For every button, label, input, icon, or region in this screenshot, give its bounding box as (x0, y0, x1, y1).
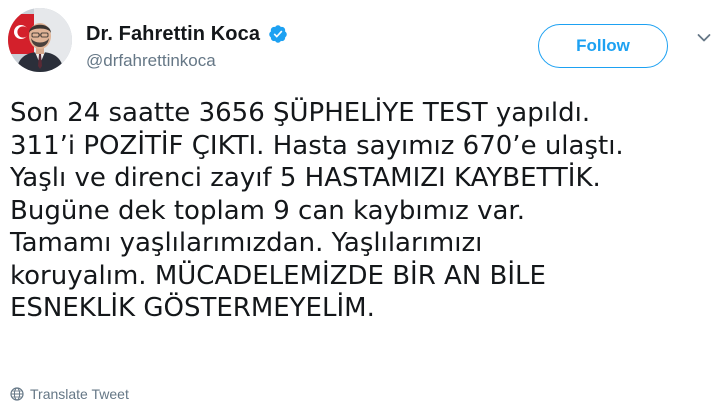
tweet-line: Bugüne dek toplam 9 can kaybımız var. (10, 195, 525, 226)
tweet-line: ESNEKLİK GÖSTERMEYELİM. (10, 293, 375, 323)
author-name-row: Dr. Fahrettin Koca (86, 19, 288, 49)
translate-tweet-label[interactable]: Translate Tweet (30, 386, 129, 402)
tweet-line: Yaşlı ve direnci zayıf 5 HASTAMIZI KAYBE… (10, 163, 601, 193)
profile-photo-icon (8, 8, 72, 72)
tweet-text: Son 24 saatte 3656 ŞÜPHELİYE TEST yapıld… (10, 97, 720, 325)
translate-tweet-link[interactable]: Translate Tweet (10, 385, 129, 403)
tweet-line: Son 24 saatte 3656 ŞÜPHELİYE TEST yapıld… (10, 98, 591, 128)
verified-badge-icon (268, 24, 288, 44)
display-name[interactable]: Dr. Fahrettin Koca (86, 23, 260, 46)
tweet-line: Tamamı yaşlılarımızdan. Yaşlılarımızı (10, 228, 483, 258)
tweet-card: Dr. Fahrettin Koca @drfahrettinkoca Foll… (0, 0, 725, 413)
chevron-down-icon[interactable] (697, 30, 711, 42)
avatar[interactable] (8, 8, 72, 72)
globe-icon (10, 387, 24, 401)
follow-button[interactable]: Follow (538, 24, 668, 68)
tweet-line: koruyalım. MÜCADELEMİZDE BİR AN BİLE (10, 260, 546, 291)
tweet-line: 311’i POZİTİF ÇIKTI. Hasta sayımız 670’e… (10, 130, 624, 161)
author-handle[interactable]: @drfahrettinkoca (86, 51, 216, 71)
